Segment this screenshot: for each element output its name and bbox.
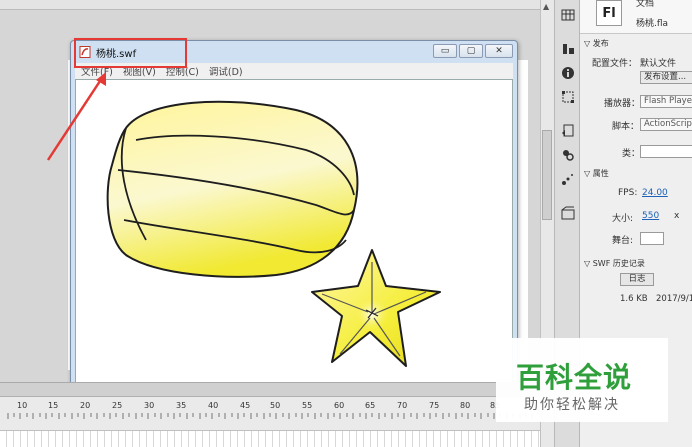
scroll-thumb[interactable] [542,130,552,220]
library-icon[interactable] [560,206,576,220]
ruler-label: 70 [397,401,408,410]
watermark-subtitle: 助你轻松解决 [524,397,620,413]
properties-section-label: 属性 [592,169,609,178]
timeline-frames[interactable] [0,430,540,447]
history-date: 2017/9/1 [656,294,692,304]
ruler-label: 55 [302,401,313,410]
history-size: 1.6 KB [620,294,648,304]
size-width-value[interactable]: 550 [642,211,659,221]
grid-panel-icon[interactable] [560,8,576,22]
stage-label: 舞台: [612,236,634,246]
script-label: 脚本： [612,122,640,132]
stage-color-swatch[interactable] [640,232,664,245]
annotation-arrow-icon [46,72,106,161]
maximize-button[interactable]: ▢ [459,44,483,58]
watermark-logo: 百科全说 助你轻松解决 [496,338,668,422]
ruler-label: 45 [240,401,251,410]
ruler-label: 35 [176,401,187,410]
starfruit-slice [311,249,441,367]
document-type-label: 文档 [636,0,655,9]
watermark-title: 百科全说 [516,361,633,394]
workspace-top-strip [0,0,540,10]
transform-icon[interactable] [560,90,576,104]
swf-history-section-header[interactable]: ▽ SWF 历史记录 [584,258,645,269]
flash-document-icon: Fl [596,0,622,26]
window-controls: ▭ ▢ ✕ [433,44,513,58]
ruler-label: 10 [17,401,28,410]
ruler-label: 25 [112,401,123,410]
swf-player-window[interactable]: 杨桃.swf ▭ ▢ ✕ 文件(F) 视图(V) 控制(C) 调试(D) [70,40,518,398]
ruler-label: 15 [48,401,59,410]
horizontal-scrollbar[interactable] [0,382,540,396]
properties-section-header[interactable]: ▽ 属性 [584,168,609,179]
ruler-label: 50 [270,401,281,410]
minimize-button[interactable]: ▭ [433,44,457,58]
publish-section-header[interactable]: ▽ 发布 [584,38,609,49]
motion-presets-icon[interactable] [560,172,576,186]
size-label: 大小: [612,214,634,224]
code-snippets-icon[interactable] [560,124,576,138]
ruler-label: 20 [80,401,91,410]
ruler-label: 60 [334,401,345,410]
ruler-label: 75 [429,401,440,410]
info-icon[interactable] [560,66,576,80]
scroll-up-icon[interactable]: ▲ [543,2,549,11]
ruler-label: 30 [144,401,155,410]
document-filename: 杨桃.fla [636,19,669,29]
fps-label: FPS: [618,188,638,198]
close-button[interactable]: ✕ [485,44,513,58]
starfruit-drawing [106,100,441,367]
swf-history-section-label: SWF 历史记录 [592,259,645,268]
publish-section-label: 发布 [592,39,609,48]
ruler-label: 40 [208,401,219,410]
profile-value: 默认文件 [640,59,677,69]
log-button[interactable]: 日志 [620,273,654,286]
ruler-label: 80 [460,401,471,410]
size-x-separator: x [674,211,680,221]
ruler-label: 65 [365,401,376,410]
timeline-ruler: 10 15 20 25 30 35 40 45 50 55 60 65 70 7… [0,396,540,430]
class-label: 类： [622,149,641,159]
player-label: 播放器： [604,99,641,109]
profile-label: 配置文件： [592,59,638,69]
menu-debug[interactable]: 调试(D) [209,64,243,78]
fps-value[interactable]: 24.00 [642,188,668,198]
starfruit-whole [106,100,359,278]
align-panel-icon[interactable] [560,42,576,56]
publish-settings-button[interactable]: 发布设置... [640,71,692,84]
components-icon[interactable] [560,148,576,162]
swf-content-area [75,79,513,393]
script-select[interactable]: ActionScript [640,118,692,131]
document-header: Fl 文档 杨桃.fla [580,0,692,34]
ruler-ticks [7,413,533,419]
class-input[interactable] [640,145,692,158]
player-select[interactable]: Flash Player [640,95,692,108]
